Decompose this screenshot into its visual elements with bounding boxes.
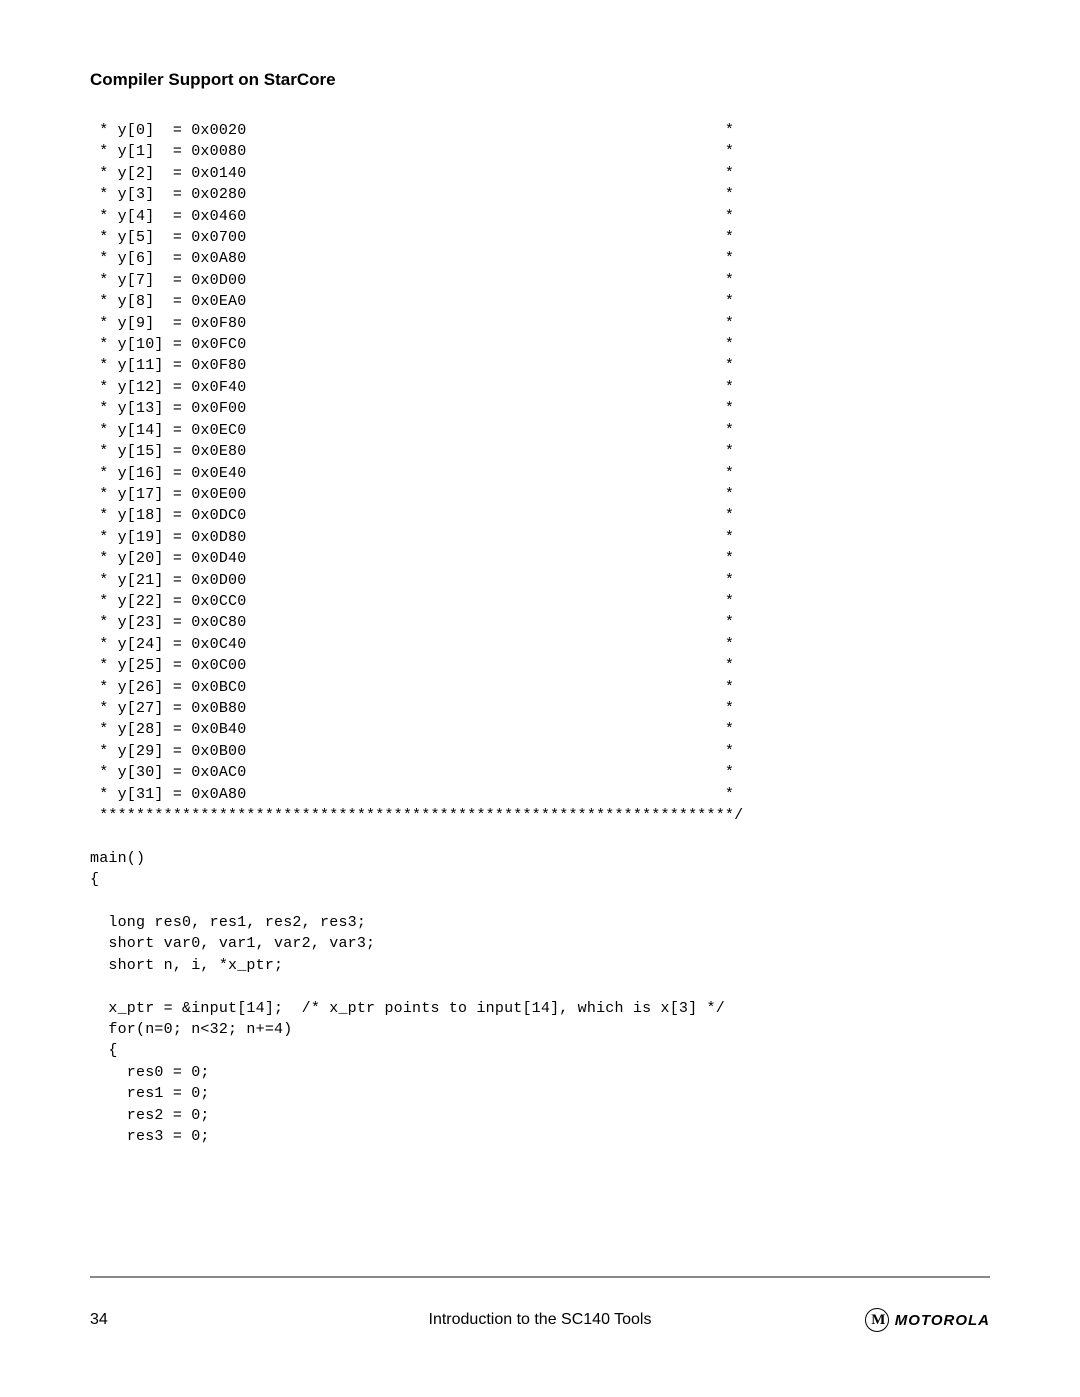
motorola-logo: M MOTOROLA	[865, 1308, 990, 1332]
code-listing: * y[0] = 0x0020 * * y[1] = 0x0080 * * y[…	[90, 120, 990, 1148]
section-title: Compiler Support on StarCore	[90, 70, 990, 90]
logo-m-letter: M	[871, 1312, 882, 1329]
logo-text: MOTOROLA	[895, 1312, 990, 1329]
footer-divider	[90, 1276, 990, 1278]
logo-icon: M	[865, 1308, 889, 1332]
page-footer: 34 Introduction to the SC140 Tools M MOT…	[90, 1276, 990, 1332]
footer-title: Introduction to the SC140 Tools	[429, 1311, 652, 1329]
page-number: 34	[90, 1311, 108, 1329]
